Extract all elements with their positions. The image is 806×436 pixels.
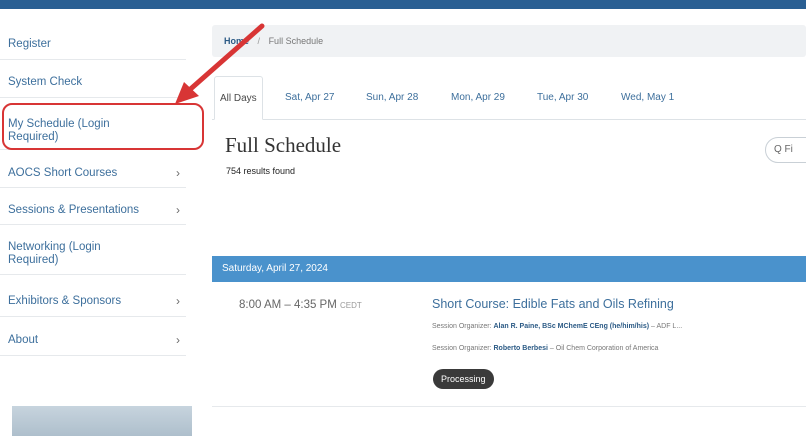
organizer-name-link[interactable]: Roberto Berbesi bbox=[493, 345, 547, 352]
tab-sat-apr-27[interactable]: Sat, Apr 27 bbox=[285, 76, 334, 119]
sidebar-item-label: About bbox=[8, 334, 39, 346]
sidebar-item-system-check[interactable]: System Check bbox=[0, 66, 186, 98]
sidebar-item-label: AOCS Short Courses bbox=[8, 167, 118, 179]
sidebar-item-label: Sessions & Presentations bbox=[8, 204, 140, 216]
chevron-right-icon: › bbox=[176, 332, 180, 347]
breadcrumb-home-link[interactable]: Home bbox=[224, 36, 249, 46]
tab-mon-apr-29[interactable]: Mon, Apr 29 bbox=[451, 76, 505, 119]
session-organizer: Session Organizer: Alan R. Paine, BSc MC… bbox=[432, 323, 682, 330]
sidebar-banner-image bbox=[12, 406, 192, 436]
page-title: Full Schedule bbox=[225, 133, 342, 157]
breadcrumb: Home / Full Schedule bbox=[212, 25, 806, 57]
organizer-prefix: Session Organizer: bbox=[432, 323, 492, 330]
row-divider bbox=[212, 406, 806, 407]
day-header: Saturday, April 27, 2024 bbox=[212, 256, 806, 282]
tab-sun-apr-28[interactable]: Sun, Apr 28 bbox=[366, 76, 418, 119]
tab-tue-apr-30[interactable]: Tue, Apr 30 bbox=[537, 76, 588, 119]
sidebar-item-exhibitors[interactable]: Exhibitors & Sponsors › bbox=[0, 285, 186, 317]
sidebar-item-networking[interactable]: Networking (Login Required) bbox=[0, 235, 186, 275]
tab-wed-may-1[interactable]: Wed, May 1 bbox=[621, 76, 674, 119]
day-tabs: All Days Sat, Apr 27 Sun, Apr 28 Mon, Ap… bbox=[212, 76, 806, 120]
search-input[interactable]: Q Fi bbox=[765, 137, 806, 163]
top-header-bar bbox=[0, 0, 806, 9]
organizer-prefix: Session Organizer: bbox=[432, 345, 492, 352]
sidebar-item-label: System Check bbox=[8, 76, 83, 88]
session-timezone: CEDT bbox=[340, 301, 362, 310]
annotation-highlight-box bbox=[2, 103, 204, 150]
results-count: 754 results found bbox=[226, 166, 296, 176]
session-title-link[interactable]: Short Course: Edible Fats and Oils Refin… bbox=[432, 297, 674, 311]
session-time: 8:00 AM – 4:35 PM CEDT bbox=[239, 299, 362, 311]
tab-all-days[interactable]: All Days bbox=[214, 76, 263, 120]
organizer-affiliation: – ADF L... bbox=[651, 323, 683, 330]
chevron-right-icon: › bbox=[176, 202, 180, 217]
organizer-name-link[interactable]: Alan R. Paine, BSc MChemE CEng (he/him/h… bbox=[493, 323, 649, 330]
chevron-right-icon: › bbox=[176, 165, 180, 180]
sidebar-item-register[interactable]: Register bbox=[0, 28, 186, 60]
sidebar-item-sessions[interactable]: Sessions & Presentations › bbox=[0, 195, 186, 225]
breadcrumb-separator: / bbox=[257, 36, 261, 46]
sidebar-item-short-courses[interactable]: AOCS Short Courses › bbox=[0, 158, 186, 188]
organizer-affiliation: – Oil Chem Corporation of America bbox=[549, 345, 659, 352]
track-badge[interactable]: Processing bbox=[433, 369, 494, 389]
sidebar-item-label: Exhibitors & Sponsors bbox=[8, 295, 122, 307]
header-gap bbox=[0, 9, 806, 13]
chevron-right-icon: › bbox=[176, 293, 180, 308]
sidebar-item-about[interactable]: About › bbox=[0, 324, 186, 356]
sidebar-item-label: Networking (Login Required) bbox=[8, 241, 101, 266]
sidebar-item-label: Register bbox=[8, 38, 51, 50]
session-time-range: 8:00 AM – 4:35 PM bbox=[239, 299, 337, 311]
session-organizer: Session Organizer: Roberto Berbesi – Oil… bbox=[432, 345, 658, 352]
breadcrumb-current: Full Schedule bbox=[268, 36, 324, 46]
sidebar-nav: Register System Check My Schedule (Login… bbox=[0, 14, 196, 436]
